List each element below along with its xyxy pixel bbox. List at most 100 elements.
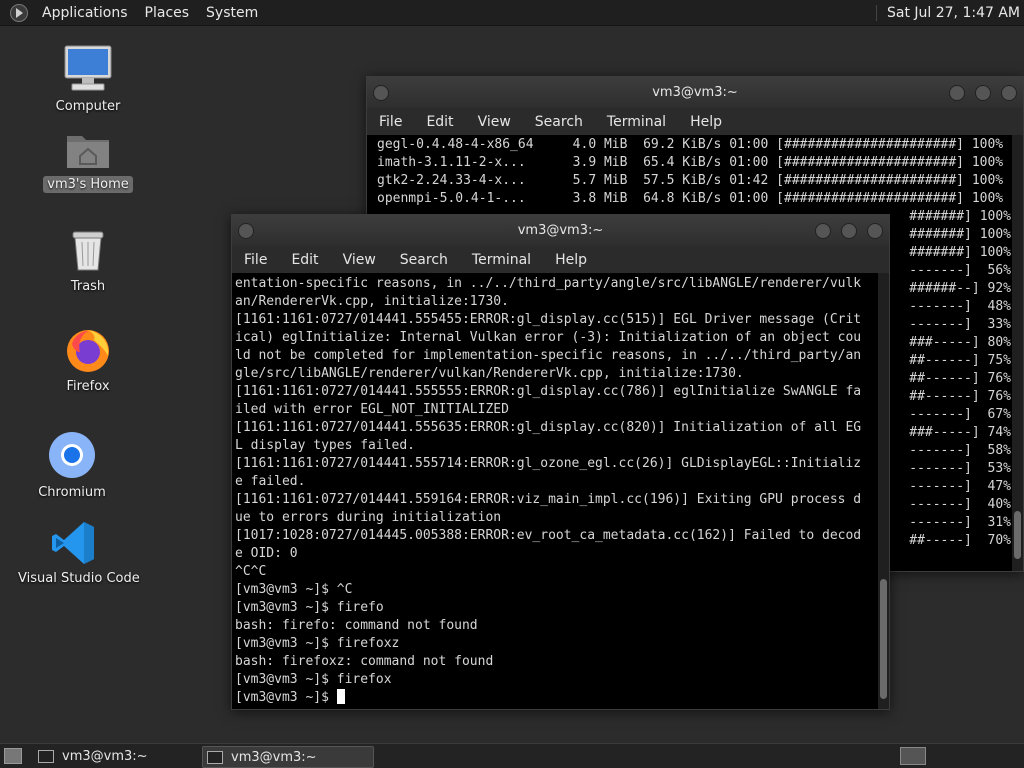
download-row-partial: -------] 58% — [909, 443, 1011, 458]
close-icon[interactable] — [867, 223, 883, 239]
menu-edit[interactable]: Edit — [414, 114, 465, 130]
menu-edit[interactable]: Edit — [279, 252, 330, 268]
desktop-icon-label: Chromium — [38, 485, 106, 500]
top-panel: Applications Places System Sat Jul 27, 1… — [0, 0, 1024, 26]
download-row-partial: -------] 40% — [909, 497, 1011, 512]
taskbar-item-active[interactable]: vm3@vm3:~ — [202, 746, 374, 768]
clock[interactable]: Sat Jul 27, 1:47 AM — [875, 4, 1020, 21]
menu-help[interactable]: Help — [543, 252, 599, 268]
download-row-partial: ######--] 92% — [909, 281, 1011, 296]
menu-file[interactable]: File — [367, 114, 414, 130]
download-row-partial: -------] 48% — [909, 299, 1011, 314]
menu-search[interactable]: Search — [523, 114, 595, 130]
maximize-icon[interactable] — [975, 85, 991, 101]
trash-icon — [72, 231, 104, 271]
taskbar-item-label: vm3@vm3:~ — [231, 749, 317, 765]
vscode-icon — [52, 522, 94, 564]
desktop-icon-vscode[interactable]: Visual Studio Code — [14, 520, 140, 587]
download-row-partial: ##------] 76% — [909, 371, 1011, 386]
terminal-line: [1161:1161:0727/014441.555555:ERROR:gl_d… — [235, 384, 862, 399]
text-cursor — [336, 689, 345, 704]
terminal-line: gle/src/libANGLE/renderer/vulkan/Rendere… — [235, 366, 744, 381]
show-desktop-icon[interactable] — [4, 748, 22, 764]
terminal-line: ical) eglInitialize: Internal Vulkan err… — [235, 330, 862, 345]
menu-bar: File Edit View Search Terminal Help — [232, 246, 889, 273]
scrollbar[interactable] — [878, 273, 889, 709]
terminal-line: entation-specific reasons, in ../../thir… — [235, 276, 862, 291]
scrollbar-thumb[interactable] — [880, 579, 887, 699]
menu-terminal[interactable]: Terminal — [595, 114, 678, 130]
terminal-line: e OID: 0 — [235, 546, 298, 561]
taskbar-item[interactable]: vm3@vm3:~ — [34, 746, 198, 766]
download-row: gegl-0.4.48-4-x86_64 4.0 MiB 69.2 KiB/s … — [377, 137, 1004, 152]
terminal-output[interactable]: entation-specific reasons, in ../../thir… — [232, 273, 889, 709]
terminal-line: iled with error EGL_NOT_INITIALIZED — [235, 402, 509, 417]
download-row: imath-3.1.11-2-x... 3.9 MiB 65.4 KiB/s 0… — [377, 155, 1004, 170]
terminal-line: ^C^C — [235, 564, 267, 579]
menu-applications[interactable]: Applications — [34, 5, 137, 21]
desktop-icon-label: Firefox — [66, 379, 110, 394]
download-row-partial: #######] 100% — [909, 227, 1011, 242]
desktop-icon-label: Trash — [70, 279, 106, 294]
window-title: vm3@vm3:~ — [652, 85, 738, 100]
desktop-icon-computer[interactable]: Computer — [40, 44, 136, 115]
desktop-icon-chromium[interactable]: Chromium — [24, 430, 120, 501]
menu-help[interactable]: Help — [678, 114, 734, 130]
menu-terminal[interactable]: Terminal — [460, 252, 543, 268]
close-icon[interactable] — [1001, 85, 1017, 101]
desktop-icon-label: vm3's Home — [43, 176, 133, 193]
chromium-icon — [49, 432, 95, 478]
download-row-partial: -------] 33% — [909, 317, 1011, 332]
workspace-switcher-icon[interactable] — [900, 747, 926, 765]
download-row-partial: -------] 31% — [909, 515, 1011, 530]
download-progress-list: gegl-0.4.48-4-x86_64 4.0 MiB 69.2 KiB/s … — [377, 136, 1023, 208]
terminal-line: bash: firefoxz: command not found — [235, 654, 494, 669]
title-bar[interactable]: vm3@vm3:~ — [367, 77, 1023, 108]
maximize-icon[interactable] — [841, 223, 857, 239]
desktop-icon-home[interactable]: vm3's Home — [40, 128, 136, 193]
download-row: gtk2-2.24.33-4-x... 5.7 MiB 57.5 KiB/s 0… — [377, 173, 1004, 188]
window-title: vm3@vm3:~ — [517, 223, 604, 238]
terminal-line: [vm3@vm3 ~]$ firefox — [235, 672, 392, 687]
taskbar-item-label: vm3@vm3:~ — [62, 748, 148, 764]
menu-places[interactable]: Places — [137, 5, 199, 21]
download-row-partial: ##------] 76% — [909, 389, 1011, 404]
minimize-icon[interactable] — [815, 223, 831, 239]
terminal-line: [vm3@vm3 ~]$ firefoxz — [235, 636, 400, 651]
menu-file[interactable]: File — [232, 252, 279, 268]
menu-view[interactable]: View — [466, 114, 523, 130]
desktop-icon-label: Computer — [55, 99, 121, 114]
terminal-line: ue to errors during initialization — [235, 510, 502, 525]
terminal-window-front[interactable]: vm3@vm3:~ File Edit View Search Terminal… — [231, 214, 890, 710]
bottom-panel: vm3@vm3:~ vm3@vm3:~ — [0, 743, 1024, 768]
menu-system[interactable]: System — [198, 5, 267, 21]
title-bar[interactable]: vm3@vm3:~ — [232, 215, 889, 246]
download-row-partial: -------] 53% — [909, 461, 1011, 476]
download-row-partial: -------] 67% — [909, 407, 1011, 422]
terminal-line: L display types failed. — [235, 438, 416, 453]
scrollbar[interactable] — [1012, 135, 1023, 571]
minimize-icon[interactable] — [949, 85, 965, 101]
download-row-partial: ###-----] 74% — [909, 425, 1011, 440]
home-folder-icon — [67, 136, 109, 168]
terminal-log: entation-specific reasons, in ../../thir… — [235, 275, 889, 689]
desktop-icon-firefox[interactable]: Firefox — [40, 326, 136, 395]
download-progress-partial: #######] 100% #######] 100% #######] 100% -… — [909, 208, 1011, 550]
download-row: openmpi-5.0.4-1-... 3.8 MiB 64.8 KiB/s 0… — [377, 191, 1004, 206]
terminal-icon — [207, 750, 223, 764]
shell-prompt: [vm3@vm3 ~]$ — [235, 690, 337, 705]
scrollbar-thumb[interactable] — [1014, 511, 1021, 559]
download-row-partial: ###-----] 80% — [909, 335, 1011, 350]
menu-view[interactable]: View — [331, 252, 388, 268]
distro-logo-icon[interactable] — [10, 3, 28, 22]
desktop-icon-trash[interactable]: Trash — [40, 228, 136, 295]
download-row-partial: -------] 47% — [909, 479, 1011, 494]
download-row-partial: #######] 100% — [909, 209, 1011, 224]
download-row-partial: -------] 56% — [909, 263, 1011, 278]
terminal-prompt-line[interactable]: [vm3@vm3 ~]$ — [235, 689, 889, 707]
download-row-partial: #######] 100% — [909, 245, 1011, 260]
menu-search[interactable]: Search — [388, 252, 460, 268]
terminal-line: [1161:1161:0727/014441.555635:ERROR:gl_d… — [235, 420, 862, 435]
terminal-line: e failed. — [235, 474, 306, 489]
terminal-line: [1161:1161:0727/014441.555714:ERROR:gl_o… — [235, 456, 862, 471]
